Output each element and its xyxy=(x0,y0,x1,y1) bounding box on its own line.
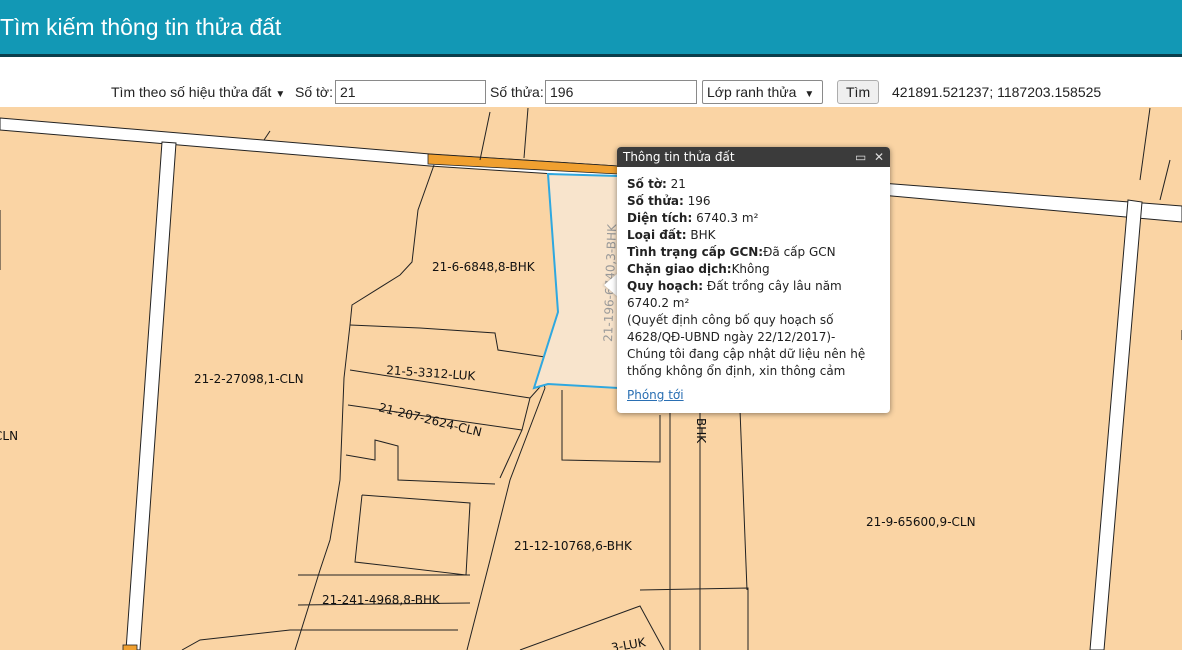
parcel-label: 21-241-4968,8-BHK xyxy=(322,593,441,607)
popup-pointer xyxy=(604,273,618,297)
parcel-label: BHK xyxy=(694,418,708,444)
parcel-label: 21-12-10768,6-BHK xyxy=(514,539,633,553)
parcel-label: 21-2-27098,1-CLN xyxy=(194,372,304,386)
info-row-land-type: Loại đất: BHK xyxy=(627,228,716,242)
road-segment-highlight xyxy=(122,644,138,650)
layer-select-value: Lớp ranh thửa xyxy=(707,84,797,100)
popup-title: Thông tin thửa đất xyxy=(623,150,735,164)
popup-body: Số tờ: 21 Số thửa: 196 Diện tích: 6740.3… xyxy=(617,167,890,404)
info-row-planning: Quy hoạch: Đất trồng cây lâu năm xyxy=(627,279,842,293)
planning-note: Chúng tôi đang cập nhật dữ liệu nên hệ xyxy=(627,347,866,361)
planning-note: thống không ổn định, xin thông cảm xyxy=(627,364,846,378)
info-row-parcel: Số thửa: 196 xyxy=(627,194,711,208)
parcel-number-input[interactable]: 196 xyxy=(545,80,697,104)
info-row-certificate: Tình trạng cấp GCN:Đã cấp GCN xyxy=(627,245,836,259)
search-mode-select[interactable]: Tìm theo số hiệu thửa đất ▼ xyxy=(111,80,291,104)
chevron-down-icon: ▼ xyxy=(804,89,815,100)
planning-note: 4628/QĐ-UBND ngày 22/12/2017)- xyxy=(627,330,836,344)
search-mode-value: Tìm theo số hiệu thửa đất xyxy=(111,84,272,100)
maximize-icon[interactable]: ▭ xyxy=(855,147,866,167)
coordinates-readout: 421891.521237; 1187203.158525 xyxy=(892,84,1102,100)
sheet-number-input[interactable]: 21 xyxy=(335,80,486,104)
parcel-label: 21-6-6848,8-BHK xyxy=(432,260,536,274)
parcel-info-popup: Thông tin thửa đất ▭ ✕ Số tờ: 21 Số thửa… xyxy=(617,147,890,413)
page-title: Tìm kiếm thông tin thửa đất xyxy=(0,14,282,40)
popup-header: Thông tin thửa đất ▭ ✕ xyxy=(617,147,890,167)
search-toolbar: Tìm theo số hiệu thửa đất ▼ Số tờ: 21 Số … xyxy=(0,57,1182,107)
planning-note: (Quyết định công bố quy hoạch số xyxy=(627,313,834,327)
search-button[interactable]: Tìm xyxy=(837,80,880,104)
planning-area: 6740.2 m² xyxy=(627,296,690,310)
sheet-label: Số tờ: xyxy=(295,84,333,100)
info-row-area: Diện tích: 6740.3 m² xyxy=(627,211,759,225)
app-header: Tìm kiếm thông tin thửa đất xyxy=(0,0,1182,57)
cadastral-map[interactable]: 21-6-6848,8-BHK 21-5-3312-LUK 21-207-262… xyxy=(0,107,1182,650)
info-row-sheet: Số tờ: 21 xyxy=(627,177,686,191)
parcel-label: 21-9-65600,9-CLN xyxy=(866,515,976,529)
info-row-block: Chặn giao dịch:Không xyxy=(627,262,770,276)
zoom-to-link[interactable]: Phóng tới xyxy=(627,387,684,404)
chevron-down-icon: ▼ xyxy=(275,89,286,100)
parcel-label: CLN xyxy=(0,429,18,443)
parcel-label: Số thửa: xyxy=(490,84,544,100)
layer-select[interactable]: Lớp ranh thửa ▼ xyxy=(702,80,823,104)
close-icon[interactable]: ✕ xyxy=(874,147,884,167)
